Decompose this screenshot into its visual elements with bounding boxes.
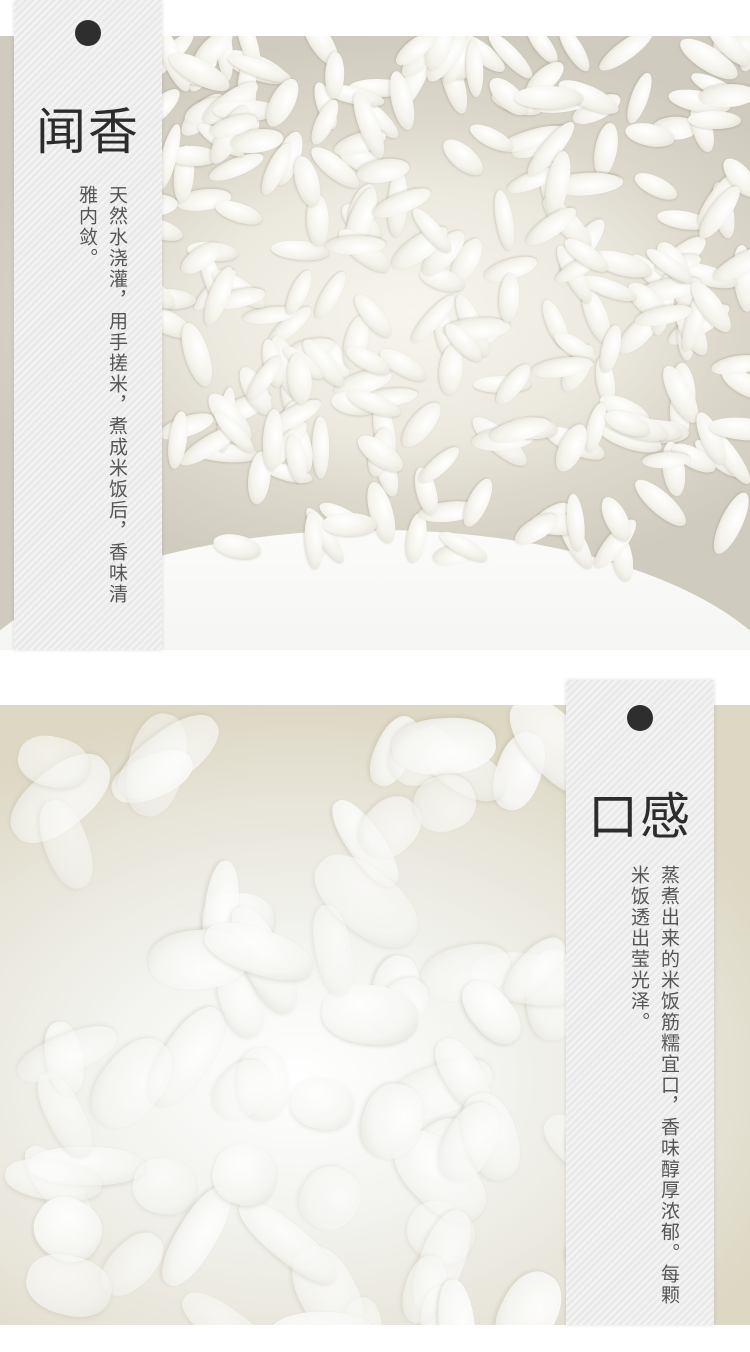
rice-grain <box>321 512 378 537</box>
rice-grain <box>513 85 584 110</box>
texture-title: 口感 <box>588 788 692 846</box>
aroma-title: 闻香 <box>36 103 140 161</box>
tag-hole-icon <box>75 20 101 46</box>
aroma-tag: 闻香 天然水浇灌，用手搓米，煮成米饭后，香味清雅内敛。 <box>14 0 162 650</box>
texture-description: 蒸煮出来的米饭筋糯宜口，香味醇厚浓郁。每颗米饭透出莹光泽。 <box>628 865 680 1306</box>
aroma-description: 天然水浇灌，用手搓米，煮成米饭后，香味清雅内敛。 <box>76 185 128 605</box>
rice-grain <box>312 416 330 479</box>
texture-tag: 口感 蒸煮出来的米饭筋糯宜口，香味醇厚浓郁。每颗米饭透出莹光泽。 <box>566 680 714 1325</box>
tag-hole-icon <box>627 705 653 731</box>
